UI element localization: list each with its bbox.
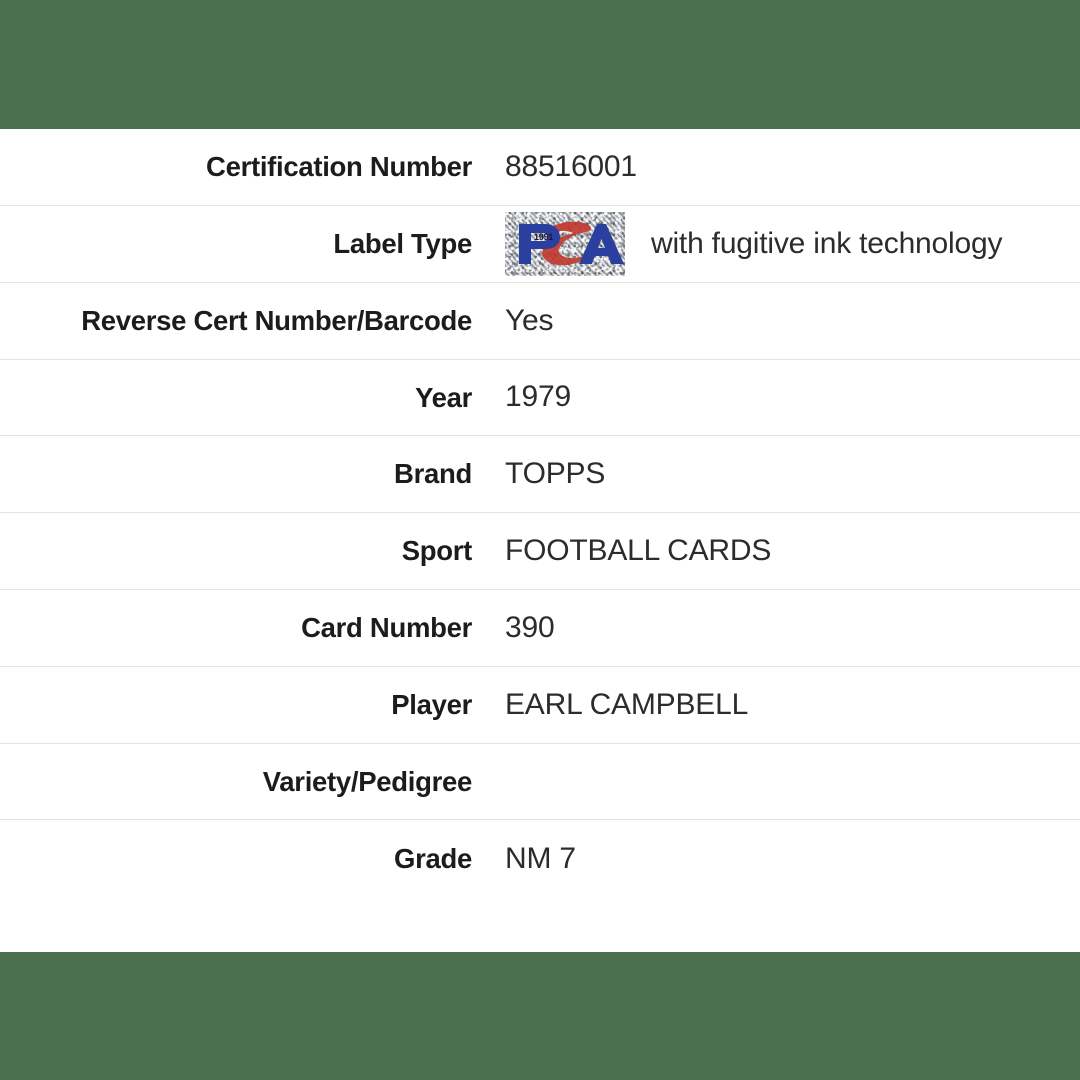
row-label: Variety/Pedigree xyxy=(262,765,473,797)
row-value: 390 xyxy=(505,610,555,644)
table-row: Reverse Cert Number/Barcode Yes xyxy=(0,283,1080,360)
row-label: Certification Number xyxy=(206,151,472,183)
certification-page: Certification Number 88516001 Label Type… xyxy=(0,0,1080,1080)
top-green-band xyxy=(0,0,1080,129)
row-label: Reverse Cert Number/Barcode xyxy=(81,304,472,336)
row-value: 88516001 xyxy=(505,149,637,183)
psa-logo-icon: 1991 xyxy=(505,211,625,276)
row-value: NM 7 xyxy=(505,841,576,875)
row-value: 1979 xyxy=(505,380,571,414)
row-value: EARL CAMPBELL xyxy=(505,687,749,721)
row-label: Card Number xyxy=(301,612,472,644)
row-label: Player xyxy=(391,688,472,720)
row-label: Sport xyxy=(401,535,473,567)
bottom-green-band xyxy=(0,952,1080,1080)
label-type-text: with fugitive ink technology xyxy=(651,226,1003,260)
table-row: Label Type 1991 with fugitive ink techno… xyxy=(0,206,1080,283)
row-value: Yes xyxy=(505,303,554,337)
table-row: Certification Number 88516001 xyxy=(0,129,1080,206)
table-row: Card Number 390 xyxy=(0,590,1080,667)
row-label: Year xyxy=(415,381,472,413)
table-row: Year 1979 xyxy=(0,360,1080,437)
row-value: FOOTBALL CARDS xyxy=(505,534,772,568)
svg-text:1991: 1991 xyxy=(534,232,553,242)
table-row: Brand TOPPS xyxy=(0,436,1080,514)
table-row: Sport FOOTBALL CARDS xyxy=(0,513,1080,590)
table-row: Player EARL CAMPBELL xyxy=(0,667,1080,744)
table-row: Grade NM 7 xyxy=(0,820,1080,897)
table-row: Variety/Pedigree xyxy=(0,744,1080,821)
row-label: Grade xyxy=(394,842,472,874)
row-value: TOPPS xyxy=(505,457,606,491)
row-label: Label Type xyxy=(333,227,472,259)
row-value xyxy=(472,776,1080,786)
row-value-with-logo: 1991 with fugitive ink technology xyxy=(472,211,1080,276)
certification-details-table: Certification Number 88516001 Label Type… xyxy=(0,129,1080,952)
row-label: Brand xyxy=(394,458,472,490)
